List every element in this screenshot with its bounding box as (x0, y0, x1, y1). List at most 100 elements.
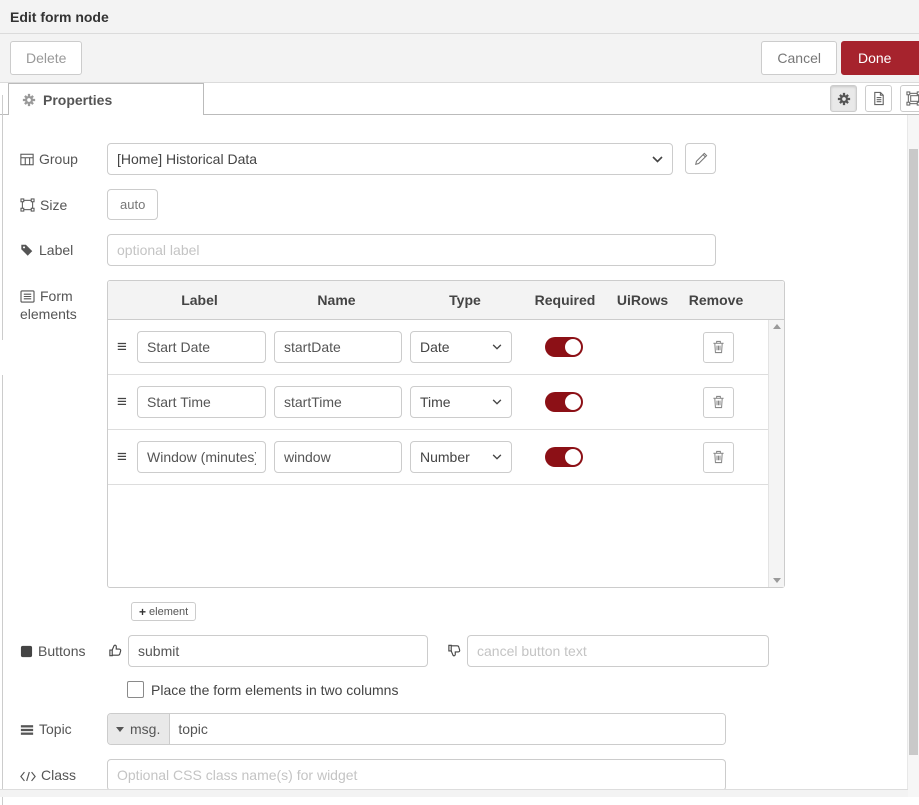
size-auto-button[interactable]: auto (107, 189, 158, 220)
tab-properties-label: Properties (43, 92, 112, 108)
element-name-input[interactable] (274, 441, 402, 473)
element-type-select[interactable]: Time (410, 386, 512, 418)
plus-icon: + (139, 605, 146, 619)
table-header: Label Name Type Required UiRows Remove (108, 281, 784, 320)
tag-icon (20, 243, 34, 257)
topic-row: Topic msg. (0, 713, 919, 745)
size-row: Size auto (0, 189, 919, 220)
add-element-button[interactable]: + element (131, 602, 196, 621)
topic-label: Topic (0, 713, 107, 745)
trash-icon (712, 340, 725, 354)
column-header-type: Type (405, 292, 525, 308)
list-alt-icon (20, 290, 35, 303)
size-label: Size (0, 189, 107, 220)
tray-resize-grip[interactable] (2, 95, 3, 340)
required-toggle[interactable] (545, 337, 583, 357)
column-header-label: Label (131, 292, 268, 308)
two-columns-row: Place the form elements in two columns (127, 681, 919, 698)
dialog-bottom-edge (0, 789, 908, 797)
form-elements-row: Form elements Label Name Type Required U… (0, 280, 919, 588)
trash-icon (712, 395, 725, 409)
required-toggle[interactable] (545, 447, 583, 467)
dialog-title: Edit form node (10, 9, 109, 25)
object-group-icon (20, 198, 35, 212)
chevron-down-icon (492, 454, 502, 460)
pencil-icon (694, 152, 708, 166)
group-select-value: [Home] Historical Data (117, 151, 257, 167)
label-row: Label (0, 234, 919, 266)
chevron-down-icon (652, 156, 663, 163)
scroll-up-icon[interactable] (773, 324, 781, 329)
cancel-button[interactable]: Cancel (761, 41, 837, 75)
element-type-select[interactable]: Number (410, 441, 512, 473)
document-icon (872, 91, 886, 106)
topic-typed-input: msg. (107, 713, 726, 745)
topic-input[interactable] (170, 714, 725, 744)
table-body: ≡ Date (108, 320, 784, 587)
scroll-down-icon[interactable] (773, 578, 781, 583)
two-columns-checkbox[interactable] (127, 681, 144, 698)
edit-group-button[interactable] (685, 143, 716, 174)
buttons-row: Buttons (0, 635, 919, 667)
add-element-row: + element (0, 588, 919, 621)
table-row: ≡ Number (108, 430, 768, 485)
description-button[interactable] (865, 85, 892, 112)
element-label-input[interactable] (137, 441, 266, 473)
group-select[interactable]: [Home] Historical Data (107, 143, 673, 175)
form-elements-label: Form elements (0, 280, 107, 588)
topic-type-button[interactable]: msg. (108, 714, 170, 744)
element-name-input[interactable] (274, 386, 402, 418)
cancel-button-text-input[interactable] (467, 635, 769, 667)
table-row: ≡ Time (108, 375, 768, 430)
column-header-name: Name (268, 292, 405, 308)
remove-element-button[interactable] (703, 332, 734, 363)
topic-type-label: msg. (130, 721, 160, 737)
dialog-header: Edit form node (0, 0, 919, 34)
page-scrollbar-thumb[interactable] (909, 149, 918, 755)
done-button[interactable]: Done (841, 41, 919, 75)
form-elements-table: Label Name Type Required UiRows Remove ≡ (107, 280, 785, 588)
gear-icon (22, 93, 36, 107)
object-group-icon (906, 91, 919, 106)
page-scrollbar[interactable] (907, 115, 919, 797)
list-icon (20, 724, 34, 736)
column-header-uirows: UiRows (605, 292, 680, 308)
table-row: ≡ Date (108, 320, 768, 375)
thumbs-down-icon (447, 643, 462, 667)
dialog-toolbar: Delete Cancel Done (0, 34, 919, 83)
trash-icon (712, 450, 725, 464)
element-type-select[interactable]: Date (410, 331, 512, 363)
tray-resize-grip-lower[interactable] (2, 375, 3, 805)
properties-gear-button[interactable] (830, 85, 857, 112)
tab-properties[interactable]: Properties (8, 83, 204, 115)
caret-down-icon (116, 727, 124, 732)
required-toggle[interactable] (545, 392, 583, 412)
drag-handle-icon[interactable]: ≡ (108, 447, 137, 467)
table-scrollbar[interactable] (768, 320, 784, 587)
element-label-input[interactable] (137, 386, 266, 418)
element-label-input[interactable] (137, 331, 266, 363)
remove-element-button[interactable] (703, 442, 734, 473)
class-row: Class (0, 759, 919, 791)
code-icon (20, 771, 36, 782)
tab-icon-buttons (830, 85, 919, 112)
delete-button[interactable]: Delete (10, 41, 82, 75)
buttons-label: Buttons (0, 635, 107, 667)
gear-icon (837, 92, 851, 106)
two-columns-label: Place the form elements in two columns (151, 682, 398, 698)
element-name-input[interactable] (274, 331, 402, 363)
label-input[interactable] (107, 234, 716, 266)
column-header-required: Required (525, 292, 605, 308)
drag-handle-icon[interactable]: ≡ (108, 392, 137, 412)
drag-handle-icon[interactable]: ≡ (108, 337, 137, 357)
chevron-down-icon (492, 344, 502, 350)
dialog-content: Group [Home] Historical Data (0, 115, 919, 797)
group-row: Group [Home] Historical Data (0, 143, 919, 175)
group-label: Group (0, 143, 107, 175)
submit-button-text-input[interactable] (128, 635, 428, 667)
appearance-button[interactable] (900, 85, 919, 112)
remove-element-button[interactable] (703, 387, 734, 418)
thumbs-up-icon (108, 643, 123, 667)
table-icon (20, 153, 34, 166)
class-input[interactable] (107, 759, 726, 791)
